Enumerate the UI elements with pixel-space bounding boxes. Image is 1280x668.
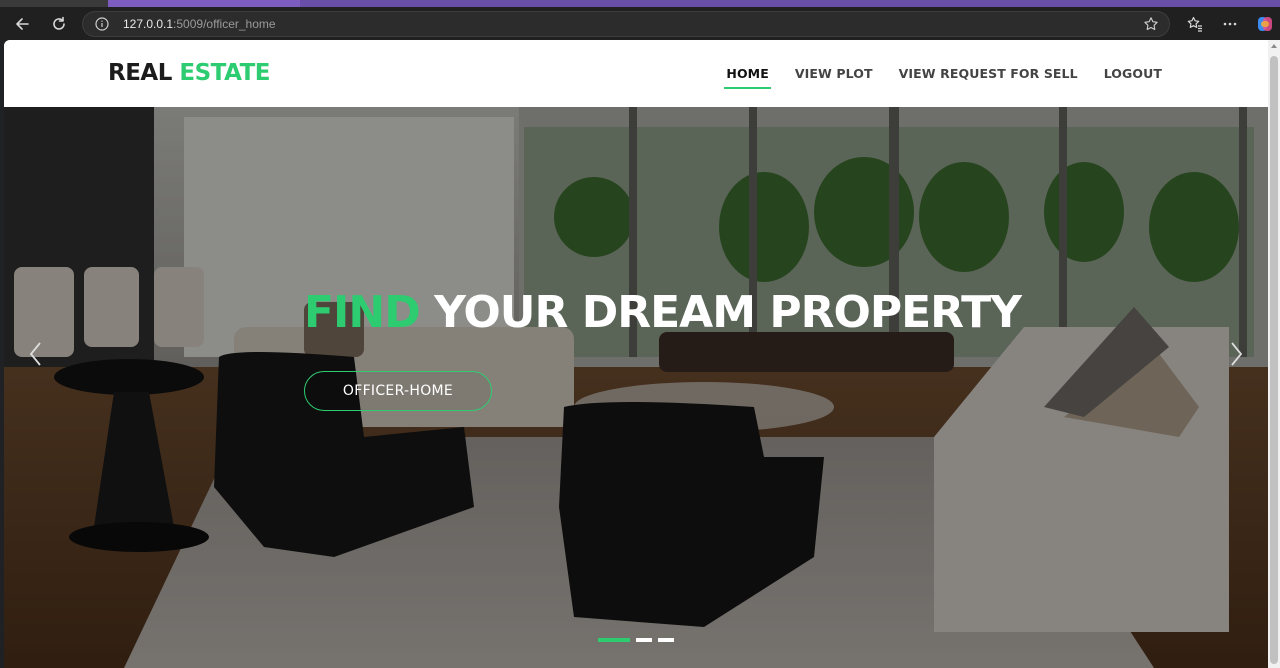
- browser-tab-group[interactable]: [300, 0, 1280, 7]
- star-icon[interactable]: [1143, 16, 1159, 32]
- carousel-next-icon[interactable]: [1226, 339, 1246, 369]
- url-host: 127.0.0.1: [123, 17, 174, 31]
- browser-tabstrip: [0, 0, 1280, 7]
- url-text[interactable]: 127.0.0.1:5009/officer_home: [123, 17, 276, 31]
- browser-toolbar: 127.0.0.1:5009/officer_home: [0, 7, 1280, 40]
- reload-icon: [53, 16, 65, 30]
- carousel-indicator-1[interactable]: [598, 638, 630, 642]
- copilot-icon: [1258, 17, 1272, 31]
- carousel-indicator-2[interactable]: [636, 638, 652, 642]
- living-room-background-image: [4, 107, 1268, 668]
- reload-button[interactable]: [47, 12, 71, 36]
- browser-tab[interactable]: [108, 0, 300, 7]
- page-scrollbar[interactable]: [1268, 40, 1280, 668]
- scroll-up-icon[interactable]: [1271, 44, 1277, 48]
- site-logo[interactable]: REAL ESTATE: [108, 60, 270, 86]
- favorites-button[interactable]: [1185, 14, 1205, 34]
- nav-home[interactable]: HOME: [724, 66, 772, 89]
- hero-carousel: FIND YOUR DREAM PROPERTY OFFICER-HOME: [4, 107, 1268, 668]
- back-arrow-icon: [16, 18, 29, 30]
- officer-home-button[interactable]: OFFICER-HOME: [304, 371, 492, 411]
- nav-view-plot[interactable]: VIEW PLOT: [795, 66, 873, 89]
- scrollbar-thumb[interactable]: [1270, 56, 1278, 664]
- hero-title-rest: YOUR DREAM PROPERTY: [419, 287, 1022, 338]
- logo-text-accent: ESTATE: [179, 60, 270, 86]
- carousel-indicators: [598, 638, 674, 642]
- back-button[interactable]: [10, 12, 34, 36]
- browser-tab-active[interactable]: [0, 0, 108, 7]
- logo-text-main: REAL: [108, 60, 180, 86]
- more-menu-button[interactable]: [1220, 14, 1240, 34]
- carousel-indicator-3[interactable]: [658, 638, 674, 642]
- main-menu: HOME VIEW PLOT VIEW REQUEST FOR SELL LOG…: [724, 66, 1162, 89]
- site-navbar: REAL ESTATE HOME VIEW PLOT VIEW REQUEST …: [4, 40, 1268, 107]
- page-viewport: REAL ESTATE HOME VIEW PLOT VIEW REQUEST …: [4, 40, 1268, 668]
- nav-logout[interactable]: LOGOUT: [1104, 66, 1162, 89]
- carousel-prev-icon[interactable]: [26, 339, 46, 369]
- address-bar[interactable]: 127.0.0.1:5009/officer_home: [82, 11, 1170, 37]
- favorites-icon: [1187, 16, 1202, 32]
- url-path: :5009/officer_home: [173, 17, 276, 31]
- hero-title: FIND YOUR DREAM PROPERTY: [304, 287, 1022, 338]
- more-dots-icon: [1223, 22, 1237, 26]
- hero-title-accent: FIND: [304, 287, 421, 338]
- copilot-button[interactable]: [1255, 14, 1275, 34]
- nav-view-request-for-sell[interactable]: VIEW REQUEST FOR SELL: [899, 66, 1078, 89]
- info-icon[interactable]: [95, 17, 109, 31]
